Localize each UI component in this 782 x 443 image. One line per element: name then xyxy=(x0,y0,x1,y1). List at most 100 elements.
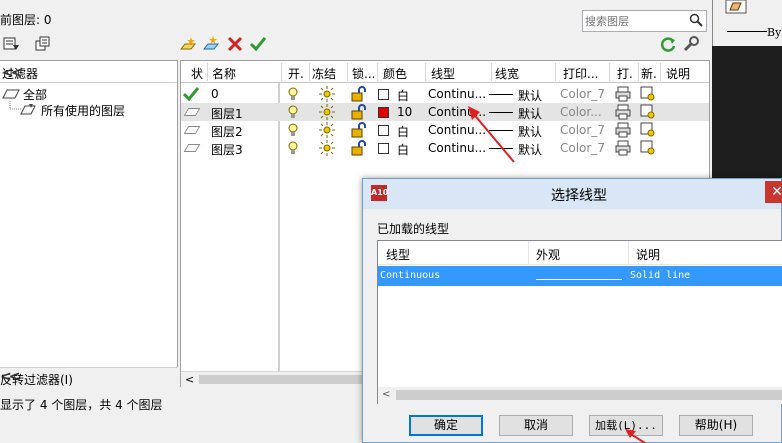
linetype-row-selected[interactable]: Continuous Solid line xyxy=(378,266,782,286)
scroll-thumb[interactable] xyxy=(199,375,369,384)
sun-thawed-icon[interactable] xyxy=(319,104,335,120)
collapse-left-icon[interactable]: << xyxy=(0,369,174,385)
lightbulb-on-icon[interactable] xyxy=(287,105,299,120)
sun-thawed-icon[interactable] xyxy=(319,122,335,138)
new-group-filter-icon[interactable] xyxy=(34,35,52,53)
layer-lineweight[interactable]: 默认 xyxy=(518,87,542,104)
layer-row[interactable]: 图层1 10 Continu... 默认 Color... xyxy=(181,103,709,121)
col-linetype[interactable]: 线型 xyxy=(431,65,455,82)
set-current-icon[interactable] xyxy=(249,35,267,53)
layer-name[interactable]: 图层2 xyxy=(211,123,243,140)
new-vp-freeze-icon[interactable] xyxy=(640,140,656,156)
lightbulb-on-icon[interactable] xyxy=(287,123,299,138)
unlock-icon[interactable] xyxy=(351,104,367,120)
color-swatch[interactable] xyxy=(378,89,389,100)
layer-row[interactable]: 0 白 Continu... 默认 Color_7 xyxy=(181,85,709,103)
col-description[interactable]: 说明 xyxy=(636,246,660,263)
layer-color-name: 白 xyxy=(397,125,410,139)
tree-item-all-used-label: 所有使用的图层 xyxy=(41,104,126,118)
layer-linetype[interactable]: Continu... xyxy=(428,105,486,119)
col-appearance[interactable]: 外观 xyxy=(536,246,560,263)
cancel-button[interactable]: 取消 xyxy=(499,415,573,436)
col-name[interactable]: 名称 xyxy=(212,65,236,82)
search-layers-box[interactable] xyxy=(582,10,707,32)
new-property-filter-icon[interactable] xyxy=(2,35,20,53)
dialog-titlebar[interactable]: A10 选择线型 xyxy=(363,179,781,209)
scroll-left-arrow-icon[interactable]: < xyxy=(185,373,194,386)
select-linetype-dialog: A10 选择线型 ✕ 已加载的线型 线型 外观 说明 Continuous So… xyxy=(362,178,782,443)
layer-lineweight[interactable]: 默认 xyxy=(518,105,542,122)
sun-thawed-icon[interactable] xyxy=(319,140,335,156)
search-icon[interactable] xyxy=(689,13,703,27)
printer-icon[interactable] xyxy=(615,104,631,120)
printer-icon[interactable] xyxy=(615,122,631,138)
col-new-vp-freeze[interactable]: 新. xyxy=(641,65,657,82)
close-icon[interactable]: ✕ xyxy=(765,181,782,203)
current-layer-check-icon xyxy=(183,87,199,102)
refresh-icon[interactable] xyxy=(659,35,677,53)
layer-row[interactable]: 图层3 白 Continu... 默认 Color_7 xyxy=(181,139,709,157)
layer-name[interactable]: 0 xyxy=(211,87,219,101)
col-description[interactable]: 说明 xyxy=(666,65,690,82)
color-swatch-red[interactable] xyxy=(378,107,389,118)
app-logo-icon: A10 xyxy=(371,185,388,201)
new-vp-freeze-icon[interactable] xyxy=(640,86,656,102)
filter-tree-header: 过滤器 << xyxy=(0,61,177,83)
col-color[interactable]: 颜色 xyxy=(383,65,407,82)
layer-name[interactable]: 图层1 xyxy=(211,105,243,122)
ok-button[interactable]: 确定 xyxy=(409,415,483,436)
settings-wrench-icon[interactable] xyxy=(682,35,700,53)
layer-row[interactable]: 图层2 白 Continu... 默认 Color_7 xyxy=(181,121,709,139)
layer-stack-icon xyxy=(2,89,20,99)
color-swatch[interactable] xyxy=(378,143,389,154)
color-swatch[interactable] xyxy=(378,125,389,136)
new-vp-freeze-icon[interactable] xyxy=(640,122,656,138)
new-vp-freeze-icon[interactable] xyxy=(640,104,656,120)
lightbulb-on-icon[interactable] xyxy=(287,87,299,102)
unlock-icon[interactable] xyxy=(351,86,367,102)
delete-layer-icon[interactable] xyxy=(226,35,244,53)
scroll-thumb[interactable] xyxy=(396,390,782,400)
layer-properties-icon[interactable] xyxy=(725,0,747,14)
col-on[interactable]: 开. xyxy=(288,65,304,82)
printer-icon[interactable] xyxy=(615,86,631,102)
layer-color-name: 白 xyxy=(397,89,410,103)
loaded-linetypes-label: 已加载的线型 xyxy=(377,222,450,236)
new-layer-frozen-icon[interactable] xyxy=(202,35,220,53)
layer-linetype[interactable]: Continu... xyxy=(428,141,486,155)
current-layer-label: 前图层: 0 xyxy=(0,13,52,27)
unlock-icon[interactable] xyxy=(351,140,367,156)
layer-status-icon xyxy=(183,108,201,116)
col-lineweight[interactable]: 线宽 xyxy=(495,65,519,82)
scroll-left-arrow-icon[interactable]: < xyxy=(382,389,390,400)
search-layers-input[interactable] xyxy=(585,13,685,29)
layer-name[interactable]: 图层3 xyxy=(211,141,243,158)
layer-linetype[interactable]: Continu... xyxy=(428,123,486,137)
lightbulb-on-icon[interactable] xyxy=(287,141,299,156)
col-status[interactable]: 状 xyxy=(191,65,203,82)
layer-linetype[interactable]: Continu... xyxy=(428,87,486,101)
col-lock[interactable]: 锁... xyxy=(352,65,375,82)
linetype-list: 线型 外观 说明 Continuous Solid line < xyxy=(377,240,782,404)
col-plot-style[interactable]: 打印... xyxy=(563,65,598,82)
filter-layers-icon xyxy=(20,104,36,115)
grid-header: 状 名称 开. 冻结 锁... 颜色 线型 线宽 打印... 打. 新. 说明 xyxy=(181,61,709,83)
new-layer-icon[interactable] xyxy=(179,35,197,53)
col-linetype[interactable]: 线型 xyxy=(386,246,410,263)
layer-lineweight[interactable]: 默认 xyxy=(518,141,542,158)
col-freeze[interactable]: 冻结 xyxy=(312,65,336,82)
load-button[interactable]: 加载(L)... xyxy=(589,415,663,436)
status-text: 显示了 4 个图层，共 4 个图层 xyxy=(0,398,163,412)
linetype-description: Solid line xyxy=(630,270,691,281)
unlock-icon[interactable] xyxy=(351,122,367,138)
tree-item-all-label: 全部 xyxy=(23,88,48,102)
layer-plot-style: Color_7 xyxy=(560,141,605,155)
sun-thawed-icon[interactable] xyxy=(319,86,335,102)
layer-lineweight[interactable]: 默认 xyxy=(518,123,542,140)
linetype-horizontal-scrollbar[interactable]: < xyxy=(378,387,782,404)
printer-icon[interactable] xyxy=(615,140,631,156)
collapse-filter-icon[interactable]: << xyxy=(2,65,173,81)
linetype-appearance xyxy=(536,279,622,280)
help-button[interactable]: 帮助(H) xyxy=(679,415,753,436)
col-plot[interactable]: 打. xyxy=(617,65,633,82)
